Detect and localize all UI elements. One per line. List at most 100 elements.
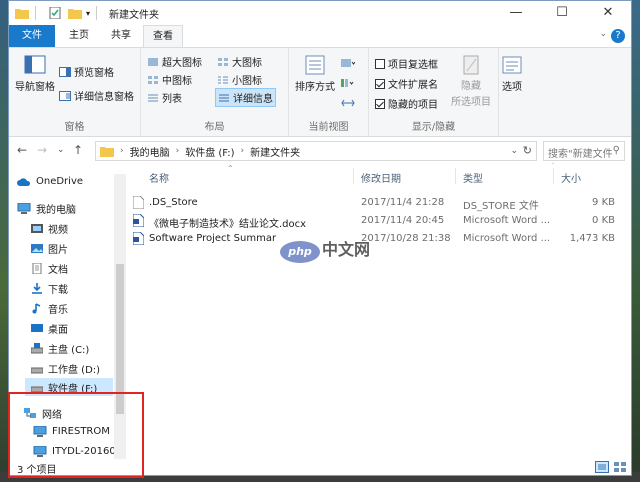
preview-pane-icon <box>59 66 71 77</box>
watermark-badge: php <box>280 241 320 263</box>
group-current-view: 排序方式 当前视图 <box>289 48 369 136</box>
search-input[interactable]: 搜索"新建文件夹" ⚲ <box>543 141 625 175</box>
file-row[interactable]: 《微电子制造技术》结业论文.docx 2017/11/4 20:45 Micro… <box>127 212 631 230</box>
close-button[interactable]: ✕ <box>585 1 631 25</box>
nav-pictures-label: 图片 <box>48 245 68 256</box>
breadcrumb-my-computer[interactable]: 我的电脑 <box>130 144 170 159</box>
file-list: ⌃ 名称 修改日期 类型 大小 .DS_Store 2017/11/4 21:2… <box>127 164 631 459</box>
music-icon <box>32 303 41 314</box>
file-date: 2017/11/4 20:45 <box>361 215 445 226</box>
group-panes: 导航窗格 预览窗格 详细信息窗格 窗格 <box>9 48 141 136</box>
column-divider[interactable] <box>353 168 354 184</box>
sort-by-label: 排序方式 <box>295 82 335 93</box>
help-icon[interactable]: ? <box>611 29 625 43</box>
nav-documents[interactable]: 文档 <box>31 261 68 276</box>
video-icon <box>31 224 43 233</box>
file-type: DS_STORE 文件 <box>463 201 539 212</box>
nav-pictures[interactable]: 图片 <box>31 241 68 256</box>
watermark-text: 中文网 <box>322 240 371 259</box>
back-arrow-icon[interactable]: ← <box>17 143 27 157</box>
extensions-toggle[interactable]: 文件扩展名 <box>375 76 438 91</box>
ribbon-view: 导航窗格 预览窗格 详细信息窗格 窗格 超大图标 大图标 中图标 小图标 列表 … <box>9 47 631 137</box>
layout-large[interactable]: 大图标 <box>217 54 262 69</box>
breadcrumb-drive-f[interactable]: 软件盘 (F:) <box>185 144 234 159</box>
breadcrumb-separator[interactable]: › <box>241 146 245 156</box>
options-button[interactable]: 选项 <box>501 54 523 93</box>
item-checkbox-box[interactable] <box>375 58 385 69</box>
folder-icon <box>100 147 114 157</box>
extensions-checkbox[interactable] <box>375 78 385 89</box>
column-size[interactable]: 大小 <box>561 170 581 185</box>
nav-onedrive[interactable]: OneDrive <box>17 176 83 187</box>
file-type: Microsoft Word ... <box>463 233 551 244</box>
new-folder-icon[interactable] <box>68 7 82 19</box>
hidden-items-checkbox[interactable] <box>375 98 385 109</box>
nav-pane-label: 导航窗格 <box>15 82 55 93</box>
desktop-background-left <box>0 0 8 482</box>
details-pane-icon <box>59 90 71 101</box>
tab-view[interactable]: 查看 <box>143 25 183 47</box>
minimize-button[interactable]: — <box>493 1 539 25</box>
hide-selected-button[interactable]: 隐藏 所选项目 <box>451 54 491 108</box>
nav-my-computer[interactable]: 我的电脑 <box>17 201 76 216</box>
column-divider[interactable] <box>455 168 456 184</box>
address-history-icon[interactable]: ⌄ <box>510 146 518 156</box>
nav-drive-c[interactable]: 主盘 (C:) <box>31 341 89 356</box>
column-type[interactable]: 类型 <box>463 170 483 185</box>
item-checkbox-toggle[interactable]: 项目复选框 <box>375 56 438 71</box>
add-columns-icon[interactable] <box>341 78 355 88</box>
column-divider[interactable] <box>553 168 554 184</box>
large-icons-view-icon[interactable] <box>613 461 627 473</box>
layout-medium[interactable]: 中图标 <box>147 72 192 87</box>
nav-downloads[interactable]: 下载 <box>31 281 68 296</box>
breadcrumb-separator[interactable]: › <box>176 146 180 156</box>
nav-pane-button[interactable]: 导航窗格 <box>15 54 55 93</box>
maximize-button[interactable]: ☐ <box>539 1 585 25</box>
window-title: 新建文件夹 <box>109 9 160 21</box>
extensions-label: 文件扩展名 <box>388 80 438 91</box>
breadcrumb-new-folder[interactable]: 新建文件夹 <box>250 144 300 159</box>
forward-arrow-icon[interactable]: → <box>37 143 47 157</box>
chevron-down-icon[interactable]: ⌄ <box>599 29 607 39</box>
nav-desktop[interactable]: 桌面 <box>31 321 68 336</box>
layout-details[interactable]: 详细信息 <box>215 88 276 107</box>
sort-by-button[interactable]: 排序方式 <box>295 54 335 93</box>
nav-drive-d[interactable]: 工作盘 (D:) <box>31 361 100 376</box>
file-name: .DS_Store <box>149 197 198 208</box>
medium-icons-icon <box>148 75 158 84</box>
tab-share[interactable]: 共享 <box>101 25 141 47</box>
nav-drive-c-label: 主盘 (C:) <box>48 345 90 356</box>
breadcrumb-separator[interactable]: › <box>120 146 124 156</box>
qa-dropdown-icon[interactable]: ▾ <box>86 9 90 18</box>
list-icon <box>148 94 158 101</box>
properties-icon[interactable] <box>48 7 62 19</box>
preview-pane-button[interactable]: 预览窗格 <box>59 64 114 79</box>
nav-videos[interactable]: 视频 <box>31 221 68 236</box>
nav-documents-label: 文档 <box>48 265 68 276</box>
up-arrow-icon[interactable]: ↑ <box>73 143 83 157</box>
layout-small[interactable]: 小图标 <box>217 72 262 87</box>
recent-dropdown-icon[interactable]: ⌄ <box>57 145 65 155</box>
tab-file[interactable]: 文件 <box>9 25 55 47</box>
details-icon <box>219 94 229 101</box>
nav-music[interactable]: 音乐 <box>31 301 68 316</box>
column-date[interactable]: 修改日期 <box>361 170 401 185</box>
details-pane-button[interactable]: 详细信息窗格 <box>59 88 134 103</box>
nav-pane-icon <box>24 55 46 74</box>
file-row[interactable]: Software Project Summar 2017/10/28 21:38… <box>127 230 631 248</box>
column-name[interactable]: 名称 <box>149 170 169 185</box>
hidden-items-toggle[interactable]: 隐藏的项目 <box>375 96 438 111</box>
size-columns-icon[interactable] <box>341 98 355 108</box>
file-name: 《微电子制造技术》结业论文.docx <box>149 219 307 230</box>
layout-extra-large[interactable]: 超大图标 <box>147 54 202 69</box>
address-bar[interactable]: › 我的电脑 › 软件盘 (F:) › 新建文件夹 ⌄ ↻ <box>95 141 537 161</box>
group-by-icon[interactable] <box>341 58 355 68</box>
details-view-icon[interactable] <box>595 461 609 473</box>
layout-list[interactable]: 列表 <box>147 90 182 105</box>
refresh-icon[interactable]: ↻ <box>523 144 532 157</box>
group-show-hide-label: 显示/隐藏 <box>411 122 456 133</box>
tab-home[interactable]: 主页 <box>59 25 99 47</box>
layout-medium-label: 中图标 <box>162 76 192 87</box>
file-row[interactable]: .DS_Store 2017/11/4 21:28 DS_STORE 文件 9 … <box>127 194 631 212</box>
hidden-items-label: 隐藏的项目 <box>388 100 438 111</box>
